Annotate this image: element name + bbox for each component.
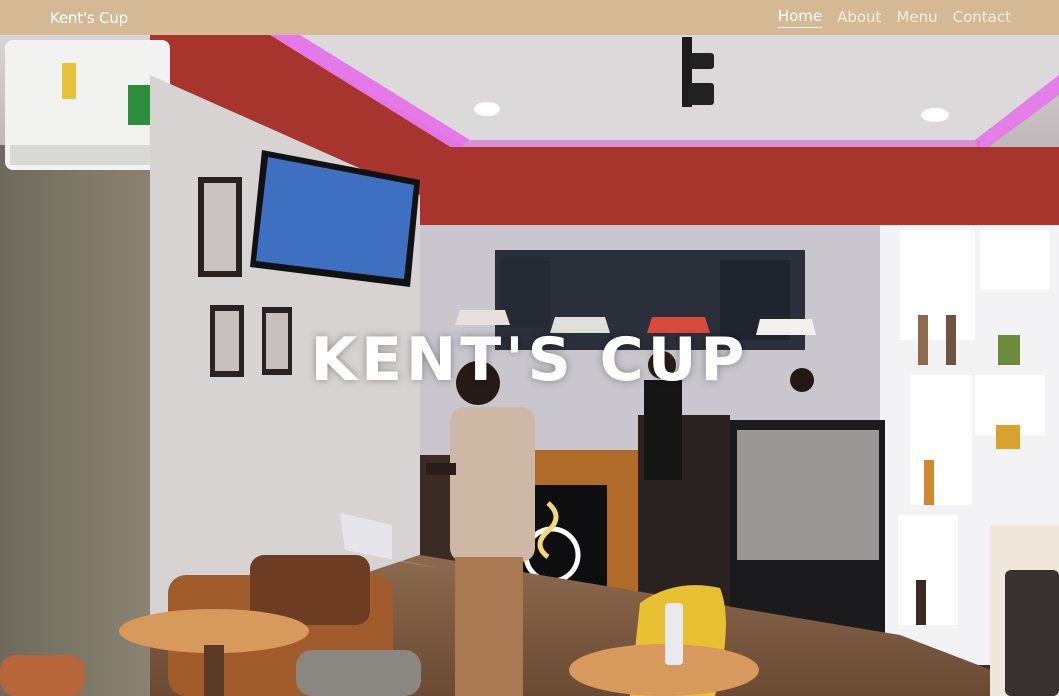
nav-link-home[interactable]: Home [777,7,823,28]
nav-links: Home About Menu Contact [777,7,1011,28]
hero-section: KENT'S CUP [0,35,1059,696]
hero-title: KENT'S CUP [310,325,749,395]
nav-link-menu[interactable]: Menu [896,8,937,28]
nav-link-about[interactable]: About [837,8,881,28]
brand-logo-link[interactable]: Kent's Cup [50,9,128,27]
top-navbar: Kent's Cup Home About Menu Contact [0,0,1059,35]
nav-link-contact[interactable]: Contact [953,8,1011,28]
